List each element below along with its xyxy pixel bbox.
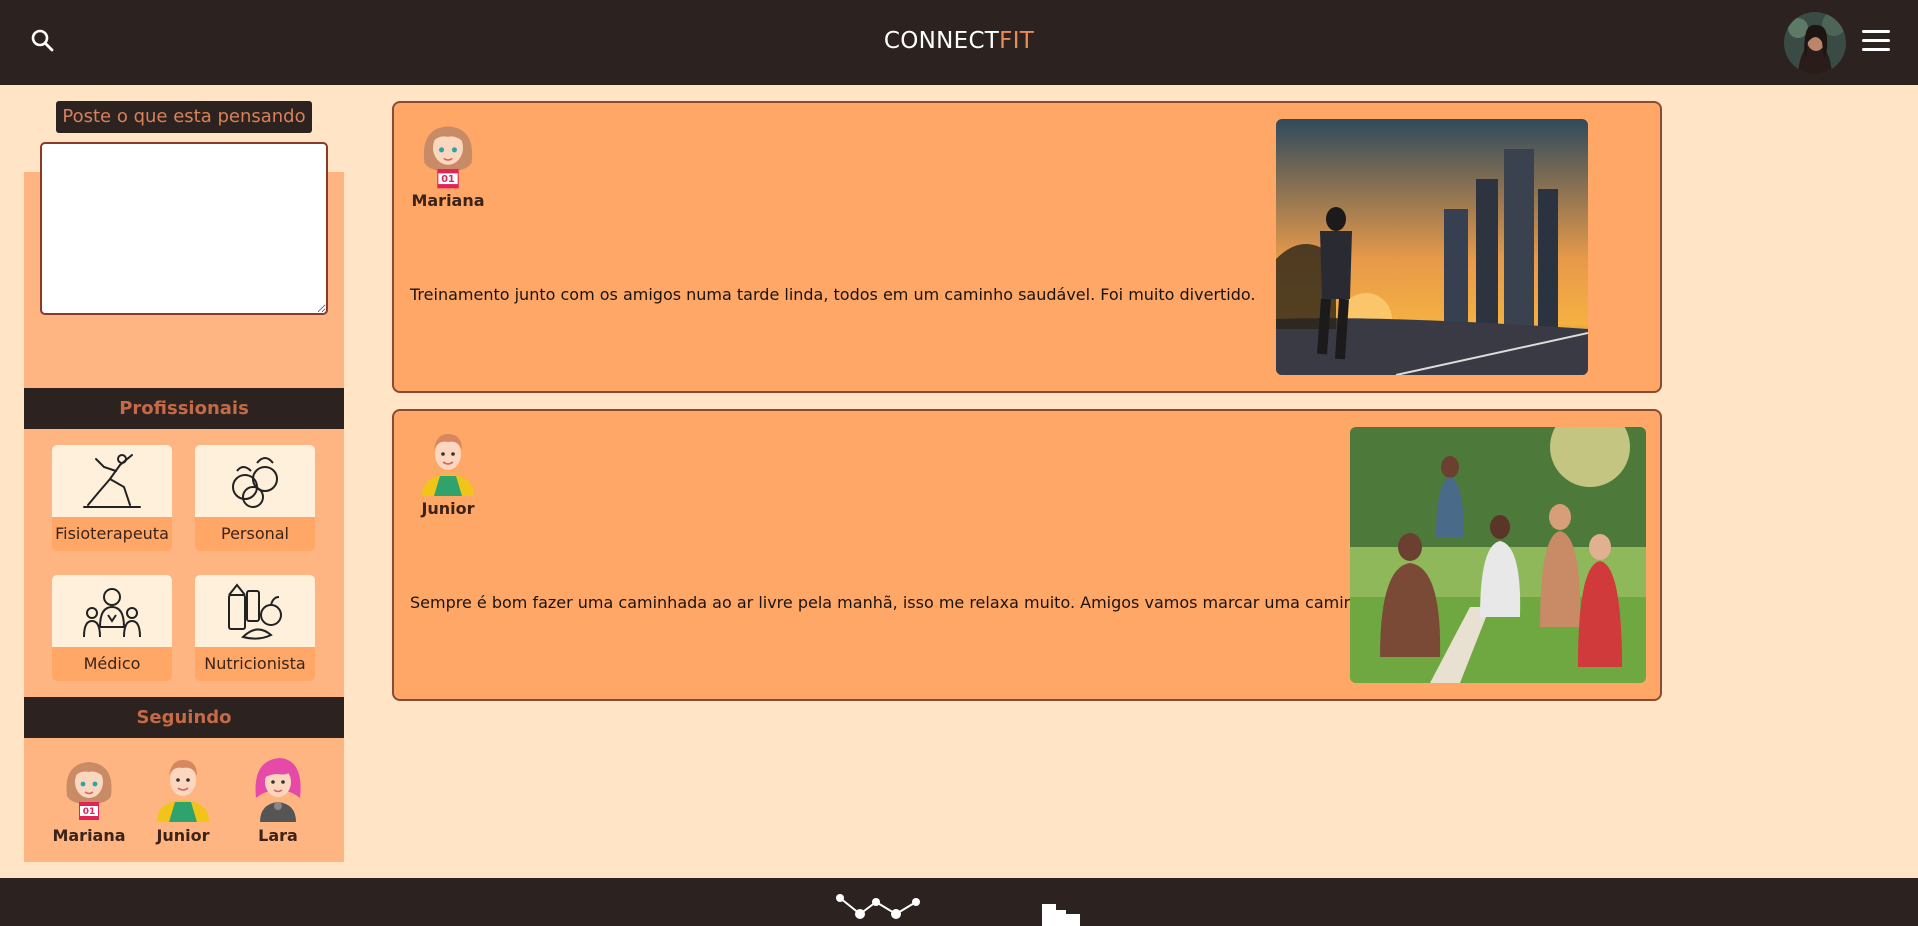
avatar-junior [157,760,209,822]
following-user-lara[interactable]: Lara [238,752,318,845]
card-image [52,575,172,647]
building-icon[interactable] [1042,904,1080,926]
avatar-mariana: 01 [66,762,112,820]
brand-connect: CONNECT [883,28,1000,54]
runner-city-sunset-photo[interactable] [1276,119,1588,375]
following-heading: Seguindo [24,697,344,738]
post-card: Junior Sempre é bom fazer uma caminhada … [392,409,1662,701]
author-avatar-mariana[interactable]: 01 [418,115,478,191]
footer-bar [0,878,1918,926]
app-logo[interactable]: CONNECTFIT [0,28,1918,54]
avatar-lara [255,758,301,822]
professional-card-fisioterapeuta[interactable]: Fisioterapeuta [52,445,172,551]
outdoor-yoga-group-photo[interactable] [1350,427,1646,683]
card-label: Fisioterapeuta [55,524,169,543]
brand-fit: FIT [999,28,1035,54]
professionals-heading: Profissionais [24,388,344,429]
food-basket-icon [228,583,282,640]
following-user-junior[interactable]: Junior [143,752,223,845]
svg-text:01: 01 [83,807,96,817]
card-image [52,445,172,517]
post-text: Sempre é bom fazer uma caminhada ao ar l… [410,593,1403,612]
post-card: 01 Mariana Treinamento junto com os amig… [392,101,1662,393]
card-image [195,575,315,647]
card-label: Personal [220,524,289,543]
user-avatar[interactable] [1784,12,1846,74]
professional-card-personal[interactable]: Personal [195,445,315,551]
network-icon[interactable] [836,894,924,926]
card-label: Médico [83,654,141,673]
kettlebells-icon [232,457,278,508]
composer-label: Poste o que esta pensando [56,101,312,133]
professional-card-nutricionista[interactable]: Nutricionista [195,575,315,681]
stretching-person-icon [83,454,141,508]
following-user-mariana[interactable]: 01 Mariana [49,752,129,845]
post-textarea[interactable] [40,142,328,315]
post-author-name[interactable]: Mariana [398,191,498,210]
svg-text:01: 01 [441,174,455,185]
professional-card-medico[interactable]: Médico [52,575,172,681]
hamburger-menu-icon[interactable] [1862,30,1890,54]
post-author-name[interactable]: Junior [398,499,498,518]
following-user-name: Lara [258,826,298,845]
following-user-name: Mariana [52,826,126,845]
card-label: Nutricionista [204,654,306,673]
card-image [195,445,315,517]
top-navbar: CONNECTFIT [0,0,1918,85]
doctor-group-icon [83,588,141,638]
author-avatar-junior[interactable] [418,423,478,499]
post-text: Treinamento junto com os amigos numa tar… [410,285,1256,304]
following-user-name: Junior [156,826,210,845]
